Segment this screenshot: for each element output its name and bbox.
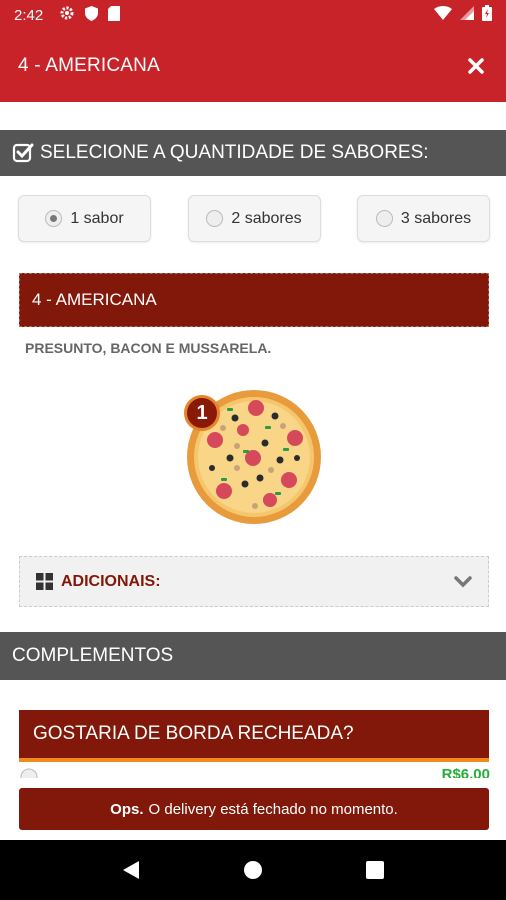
option-label: 1 sabor (70, 209, 124, 227)
recents-icon (366, 861, 384, 879)
option-label: 2 sabores (231, 209, 302, 227)
adicionais-label: ADICIONAIS: (61, 572, 161, 590)
shield-icon (85, 5, 99, 25)
close-button[interactable] (464, 54, 488, 78)
app-header: 4 - AMERICANA (0, 30, 506, 102)
wifi-icon (434, 6, 452, 24)
radio-unselected[interactable] (375, 210, 393, 227)
flavour-description: PRESUNTO, BACON E MUSSARELA. (25, 340, 272, 356)
signal-icon (460, 6, 474, 24)
chevron-down-icon (454, 575, 472, 588)
selected-flavour[interactable]: 4 - AMERICANA (19, 273, 489, 327)
radio-selected[interactable] (45, 210, 63, 227)
delivery-closed-notice: Ops. O delivery está fechado no momento. (19, 788, 489, 830)
close-icon (468, 58, 484, 74)
flavour-name: 4 - AMERICANA (32, 290, 157, 309)
option-1-sabor[interactable]: 1 sabor (18, 195, 151, 242)
borda-option-radio[interactable] (20, 768, 38, 778)
android-nav-bar (0, 840, 506, 900)
home-button[interactable] (233, 850, 273, 890)
flavour-count-badge: 1 (184, 395, 220, 431)
sd-card-icon (108, 5, 121, 25)
option-label: 3 sabores (400, 209, 472, 227)
sabores-options: 1 sabor 2 sabores 3 sabores (18, 195, 490, 242)
notice-text: O delivery está fechado no momento. (148, 800, 398, 818)
adicionais-accordion[interactable]: ADICIONAIS: (19, 556, 489, 607)
borda-question: GOSTARIA DE BORDA RECHEADA? (33, 723, 354, 744)
page-title: 4 - AMERICANA (18, 55, 160, 76)
borda-question-header: GOSTARIA DE BORDA RECHEADA? (19, 710, 489, 762)
sabores-section-title: SELECIONE A QUANTIDADE DE SABORES: (40, 142, 429, 163)
home-icon (244, 861, 262, 879)
sabores-section-header: SELECIONE A QUANTIDADE DE SABORES: (0, 130, 506, 176)
recents-button[interactable] (355, 850, 395, 890)
complementos-section-header: COMPLEMENTOS (0, 632, 506, 680)
notice-bold: Ops. (110, 800, 144, 818)
back-icon (123, 861, 139, 879)
settings-icon (59, 5, 75, 25)
battery-icon (482, 5, 492, 25)
grid-icon (36, 573, 53, 590)
status-bar: 2:42 (0, 0, 506, 30)
borda-price: R$6,00 (441, 766, 490, 778)
status-time: 2:42 (14, 6, 44, 24)
option-2-sabores[interactable]: 2 sabores (187, 195, 321, 242)
back-button[interactable] (111, 850, 151, 890)
radio-unselected[interactable] (206, 210, 224, 227)
option-3-sabores[interactable]: 3 sabores (357, 195, 490, 242)
complementos-title: COMPLEMENTOS (12, 645, 174, 666)
checkbox-checked-icon (12, 142, 34, 164)
